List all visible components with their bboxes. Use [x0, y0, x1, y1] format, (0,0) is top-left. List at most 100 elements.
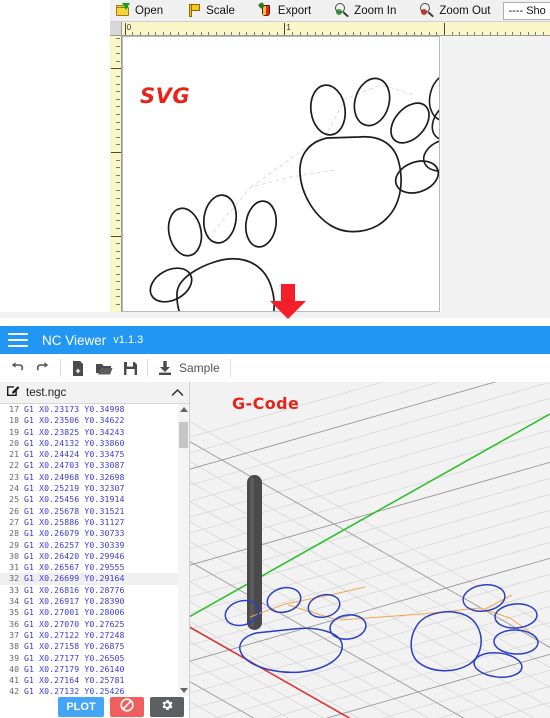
scrollbar-down-button[interactable]: [178, 685, 189, 696]
gcode-action-bar: PLOT: [0, 696, 189, 718]
gcode-line[interactable]: 41 G1 X0.27164 Y0.25781: [0, 675, 189, 686]
stop-button[interactable]: [110, 697, 144, 717]
gcode-line-number: 25: [9, 494, 19, 505]
gcode-scrollbar[interactable]: [178, 404, 189, 696]
gcode-line[interactable]: 17 G1 X0.23173 Y0.34998: [0, 404, 189, 415]
sample-button[interactable]: Sample: [152, 355, 226, 381]
gcode-line-text: G1 X0.27164 Y0.25781: [24, 675, 125, 686]
gcode-line-text: G1 X0.26567 Y0.29555: [24, 562, 125, 573]
gcode-line[interactable]: 32 G1 X0.26699 Y0.29164: [0, 573, 189, 585]
gcode-line[interactable]: 23 G1 X0.24968 Y0.32698: [0, 471, 189, 483]
ruler-tick: [116, 304, 120, 305]
export-button[interactable]: Export: [253, 0, 317, 21]
gcode-line[interactable]: 24 G1 X0.25219 Y0.32307: [0, 483, 189, 494]
redo-button[interactable]: [30, 355, 56, 381]
scale-button[interactable]: Scale: [181, 0, 241, 21]
gcode-line[interactable]: 22 G1 X0.24703 Y0.33087: [0, 460, 189, 471]
export-button-label: Export: [277, 4, 312, 17]
gcode-line[interactable]: 35 G1 X0.27001 Y0.28006: [0, 607, 189, 618]
gcode-line-number: 42: [9, 686, 19, 696]
gcode-line[interactable]: 27 G1 X0.25886 Y0.31127: [0, 517, 189, 528]
redo-arrow-icon: [35, 360, 51, 376]
file-tab[interactable]: test.ngc: [0, 382, 189, 404]
settings-button[interactable]: [150, 697, 184, 717]
save-file-button[interactable]: [117, 355, 143, 381]
gcode-line-number: 21: [9, 449, 19, 460]
svg-canvas[interactable]: [122, 36, 440, 312]
gcode-line-number: 30: [9, 550, 19, 561]
ruler-tick: [314, 32, 316, 35]
ruler-tick: [116, 91, 120, 93]
new-file-button[interactable]: [65, 355, 91, 381]
edit-pencil-icon[interactable]: [6, 383, 20, 402]
gcode-line-number: 37: [9, 629, 19, 640]
scrollbar-up-button[interactable]: [178, 404, 189, 415]
zoom-in-button[interactable]: Zoom In: [329, 0, 402, 21]
ruler-tick: [292, 32, 293, 35]
magnifier-plus-icon: [335, 3, 350, 18]
gcode-line[interactable]: 28 G1 X0.26079 Y0.30733: [0, 528, 189, 539]
gcode-line-number: 23: [9, 471, 19, 482]
save-disk-icon: [123, 361, 138, 376]
download-icon: [152, 355, 178, 381]
gcode-line-text: G1 X0.24703 Y0.33087: [24, 460, 125, 471]
sample-button-label: Sample: [179, 361, 220, 375]
magnifier-minus-icon: [420, 3, 435, 18]
undo-button[interactable]: [4, 355, 30, 381]
zoom-out-button[interactable]: Zoom Out: [414, 0, 496, 21]
gcode-line-number: 34: [9, 596, 19, 607]
gcode-line-text: G1 X0.27158 Y0.26875: [24, 641, 125, 652]
ruler-tick: [185, 32, 187, 35]
no-entry-icon: [120, 697, 134, 717]
gcode-listing[interactable]: 17 G1 X0.23173 Y0.34998 18 G1 X0.23506 Y0.3…: [0, 404, 189, 696]
gcode-line[interactable]: 38 G1 X0.27158 Y0.26875: [0, 641, 189, 652]
ruler-tick: [116, 121, 120, 123]
ruler-tick: [261, 32, 263, 35]
gear-icon: [160, 698, 174, 717]
open-file-button[interactable]: [91, 355, 117, 381]
gcode-line-number: 29: [9, 539, 19, 550]
ruler-tick: [116, 205, 120, 207]
nc-viewer-toolbar: Sample: [0, 354, 550, 382]
paw-print-bottom: [149, 194, 278, 311]
hamburger-icon[interactable]: [8, 332, 28, 348]
ruler-tick: [116, 250, 120, 252]
gcode-line[interactable]: 25 G1 X0.25456 Y0.31914: [0, 494, 189, 505]
gcode-line[interactable]: 19 G1 X0.23825 Y0.34243: [0, 426, 189, 438]
ruler-tick: [170, 32, 172, 35]
ruler-tick: [140, 32, 141, 35]
gcode-line[interactable]: 30 G1 X0.26420 Y0.29946: [0, 550, 189, 562]
svg-editor-toolbar: Open Scale Export Zoom In Zoom Out ---- …: [110, 0, 550, 22]
plot-button[interactable]: PLOT: [58, 697, 104, 717]
ruler-tick: [345, 32, 347, 35]
ruler-tick: [254, 32, 255, 35]
ruler-corner: [110, 22, 122, 36]
open-button[interactable]: Open: [110, 0, 169, 21]
gcode-line[interactable]: 34 G1 X0.26917 Y0.28390: [0, 596, 189, 607]
gcode-line[interactable]: 26 G1 X0.25678 Y0.31521: [0, 506, 189, 517]
gcode-line[interactable]: 31 G1 X0.26567 Y0.29555: [0, 562, 189, 573]
gcode-line-text: G1 X0.27122 Y0.27248: [24, 629, 125, 640]
gcode-line[interactable]: 18 G1 X0.23506 Y0.34622: [0, 415, 189, 426]
show-select[interactable]: ---- Sho: [502, 1, 550, 20]
app-title: NC Viewer: [42, 332, 107, 348]
gcode-line[interactable]: 39 G1 X0.27177 Y0.26505: [0, 652, 189, 664]
ruler-tick: [542, 32, 544, 35]
gcode-line-text: G1 X0.23825 Y0.34243: [24, 426, 125, 437]
chevron-up-icon[interactable]: [171, 384, 184, 402]
ruler-tick: [474, 32, 476, 35]
gcode-line[interactable]: 21 G1 X0.24424 Y0.33475: [0, 449, 189, 460]
gcode-line[interactable]: 36 G1 X0.27070 Y0.27625: [0, 619, 189, 630]
gcode-line[interactable]: 37 G1 X0.27122 Y0.27248: [0, 629, 189, 641]
gcode-line[interactable]: 33 G1 X0.26816 Y0.28776: [0, 585, 189, 596]
gcode-line-number: 39: [9, 652, 19, 663]
ruler-tick: [406, 32, 407, 35]
gcode-line[interactable]: 20 G1 X0.24132 Y0.33860: [0, 438, 189, 449]
gcode-line-number: 22: [9, 460, 19, 471]
gcode-line[interactable]: 40 G1 X0.27179 Y0.26140: [0, 664, 189, 675]
gcode-line[interactable]: 29 G1 X0.26257 Y0.30339: [0, 539, 189, 551]
3d-viewport[interactable]: G-Code: [190, 382, 550, 718]
file-name: test.ngc: [26, 386, 67, 399]
scrollbar-thumb[interactable]: [179, 422, 188, 448]
gcode-line[interactable]: 42 G1 X0.27132 Y0.25426: [0, 686, 189, 696]
